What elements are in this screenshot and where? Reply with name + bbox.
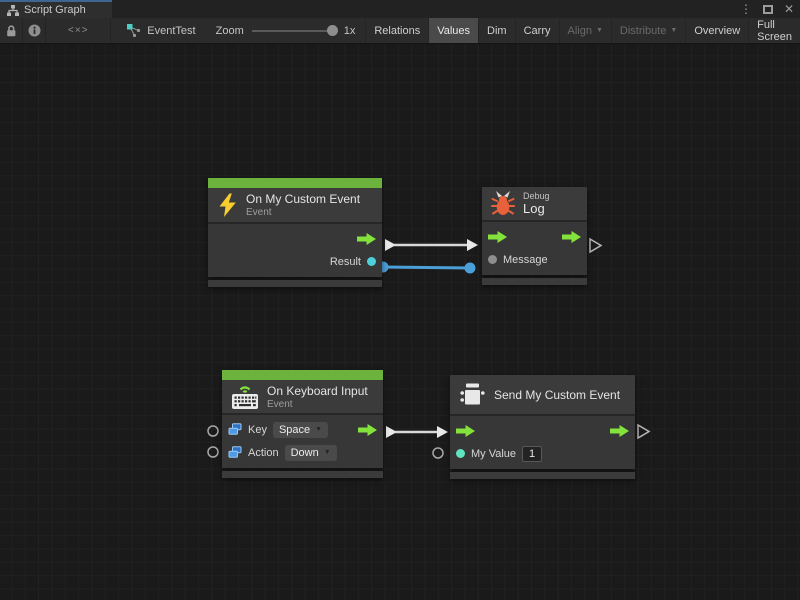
flow-output-arrow-icon[interactable]: [610, 425, 629, 437]
node-title: Log: [523, 201, 550, 216]
lock-icon: [5, 24, 17, 37]
flow-input-arrow-icon[interactable]: [456, 425, 475, 437]
flow-output-row: [208, 227, 382, 250]
event-accent-bar: [208, 178, 382, 188]
chevron-down-icon: ▼: [315, 426, 322, 433]
node-subtitle: Event: [267, 399, 368, 410]
align-dropdown-button[interactable]: Align ▼: [559, 18, 611, 43]
node-on-keyboard-input[interactable]: On Keyboard Input Event Key Space ▼: [222, 370, 383, 478]
node-body: Key Space ▼ Action Down ▼: [222, 415, 383, 468]
node-on-my-custom-event[interactable]: On My Custom Event Event Result: [208, 178, 382, 287]
my-value-input-port[interactable]: [456, 449, 465, 458]
node-title: On Keyboard Input: [267, 384, 368, 398]
relations-button[interactable]: Relations: [365, 18, 428, 43]
enum-windows-icon: [228, 423, 242, 436]
flow-row: [450, 419, 635, 442]
action-dropdown[interactable]: Down ▼: [285, 445, 337, 461]
message-input-row: Message: [482, 248, 587, 271]
full-screen-button[interactable]: Full Screen: [748, 18, 800, 43]
result-output-row: Result: [208, 250, 382, 273]
tab-label: Script Graph: [24, 4, 86, 16]
key-port-label: Key: [248, 424, 267, 436]
window-controls: ⋮ ✕: [740, 0, 794, 18]
message-input-port[interactable]: [488, 255, 497, 264]
key-input-row: Key Space ▼: [222, 418, 383, 441]
node-footer: [222, 471, 383, 478]
code-icon: <×>: [68, 25, 89, 36]
my-value-input-row: My Value 1: [450, 442, 635, 465]
node-category: Debug: [523, 191, 550, 201]
info-icon: [28, 24, 41, 37]
chevron-down-icon: ▼: [596, 27, 603, 34]
node-header: On My Custom Event Event: [208, 188, 382, 224]
zoom-value: 1x: [344, 25, 356, 37]
my-value-port-label: My Value: [471, 448, 516, 460]
flow-output-arrow-icon[interactable]: [358, 424, 377, 436]
zoom-slider[interactable]: [252, 30, 336, 32]
zoom-slider-thumb[interactable]: [327, 25, 338, 36]
graph-toolbar: <×> EventTest Zoom 1x Relations Values: [0, 18, 800, 44]
flow-output-arrow-icon[interactable]: [357, 233, 376, 245]
node-subtitle: Event: [246, 207, 360, 218]
node-send-my-custom-event[interactable]: Send My Custom Event My Value 1: [450, 375, 635, 479]
debug-log-flow-output-port[interactable]: [588, 237, 604, 255]
event-accent-bar: [222, 370, 383, 380]
code-view-button[interactable]: <×>: [46, 18, 111, 43]
result-port-label: Result: [330, 256, 361, 268]
window-menu-kebab-icon[interactable]: ⋮: [740, 0, 752, 18]
flow-input-arrow-icon[interactable]: [488, 231, 507, 243]
node-debug-log[interactable]: Debug Log Message: [482, 187, 587, 285]
lock-button[interactable]: [0, 18, 23, 43]
send-event-value-input-port[interactable]: [431, 446, 445, 460]
enum-windows-icon: [228, 446, 242, 459]
result-output-port[interactable]: [367, 257, 376, 266]
action-port-label: Action: [248, 447, 279, 459]
lightning-bolt-icon: [217, 193, 238, 218]
keyboard-action-input-port[interactable]: [206, 445, 220, 459]
toolbar-button-group: Relations Values Dim Carry Align ▼ Distr…: [365, 18, 800, 43]
node-header: Debug Log: [482, 187, 587, 222]
node-title: On My Custom Event: [246, 192, 360, 206]
send-event-flow-output-port[interactable]: [636, 423, 652, 441]
flow-row: [482, 225, 587, 248]
graph-canvas[interactable]: [0, 45, 800, 600]
window-titlebar: Script Graph ⋮ ✕: [0, 0, 800, 18]
node-body: My Value 1: [450, 416, 635, 469]
tab-script-graph[interactable]: Script Graph: [0, 0, 112, 18]
node-header: On Keyboard Input Event: [222, 380, 383, 415]
node-body: Result: [208, 224, 382, 277]
action-input-row: Action Down ▼: [222, 441, 383, 464]
chevron-down-icon: ▼: [670, 27, 677, 34]
keyboard-key-input-port[interactable]: [206, 424, 220, 438]
keyboard-icon: [231, 383, 259, 410]
graph-hierarchy-icon: [7, 5, 19, 16]
graph-selector[interactable]: EventTest: [117, 18, 205, 43]
node-header: Send My Custom Event: [450, 375, 635, 416]
node-footer: [450, 472, 635, 479]
unity-script-graph-window: Script Graph ⋮ ✕ <×>: [0, 0, 800, 600]
distribute-dropdown-button[interactable]: Distribute ▼: [611, 18, 685, 43]
inspector-info-button[interactable]: [23, 18, 46, 43]
node-body: Message: [482, 222, 587, 275]
message-port-label: Message: [503, 254, 548, 266]
dim-button[interactable]: Dim: [478, 18, 515, 43]
values-button[interactable]: Values: [428, 18, 478, 43]
node-title: Send My Custom Event: [494, 388, 620, 402]
node-footer: [208, 280, 382, 287]
zoom-control: Zoom 1x: [206, 18, 366, 43]
graph-node-icon: [127, 24, 141, 37]
overview-button[interactable]: Overview: [685, 18, 748, 43]
graph-name-label: EventTest: [147, 25, 195, 37]
bug-icon: [491, 191, 515, 216]
my-value-field[interactable]: 1: [522, 446, 542, 462]
node-footer: [482, 278, 587, 285]
key-dropdown[interactable]: Space ▼: [273, 422, 328, 438]
chevron-down-icon: ▼: [324, 449, 331, 456]
window-maximize-icon[interactable]: [763, 5, 773, 14]
zoom-label: Zoom: [216, 25, 244, 37]
flow-output-arrow-icon[interactable]: [562, 231, 581, 243]
unit-node-icon: [459, 381, 486, 408]
window-close-icon[interactable]: ✕: [784, 0, 794, 18]
carry-button[interactable]: Carry: [515, 18, 559, 43]
